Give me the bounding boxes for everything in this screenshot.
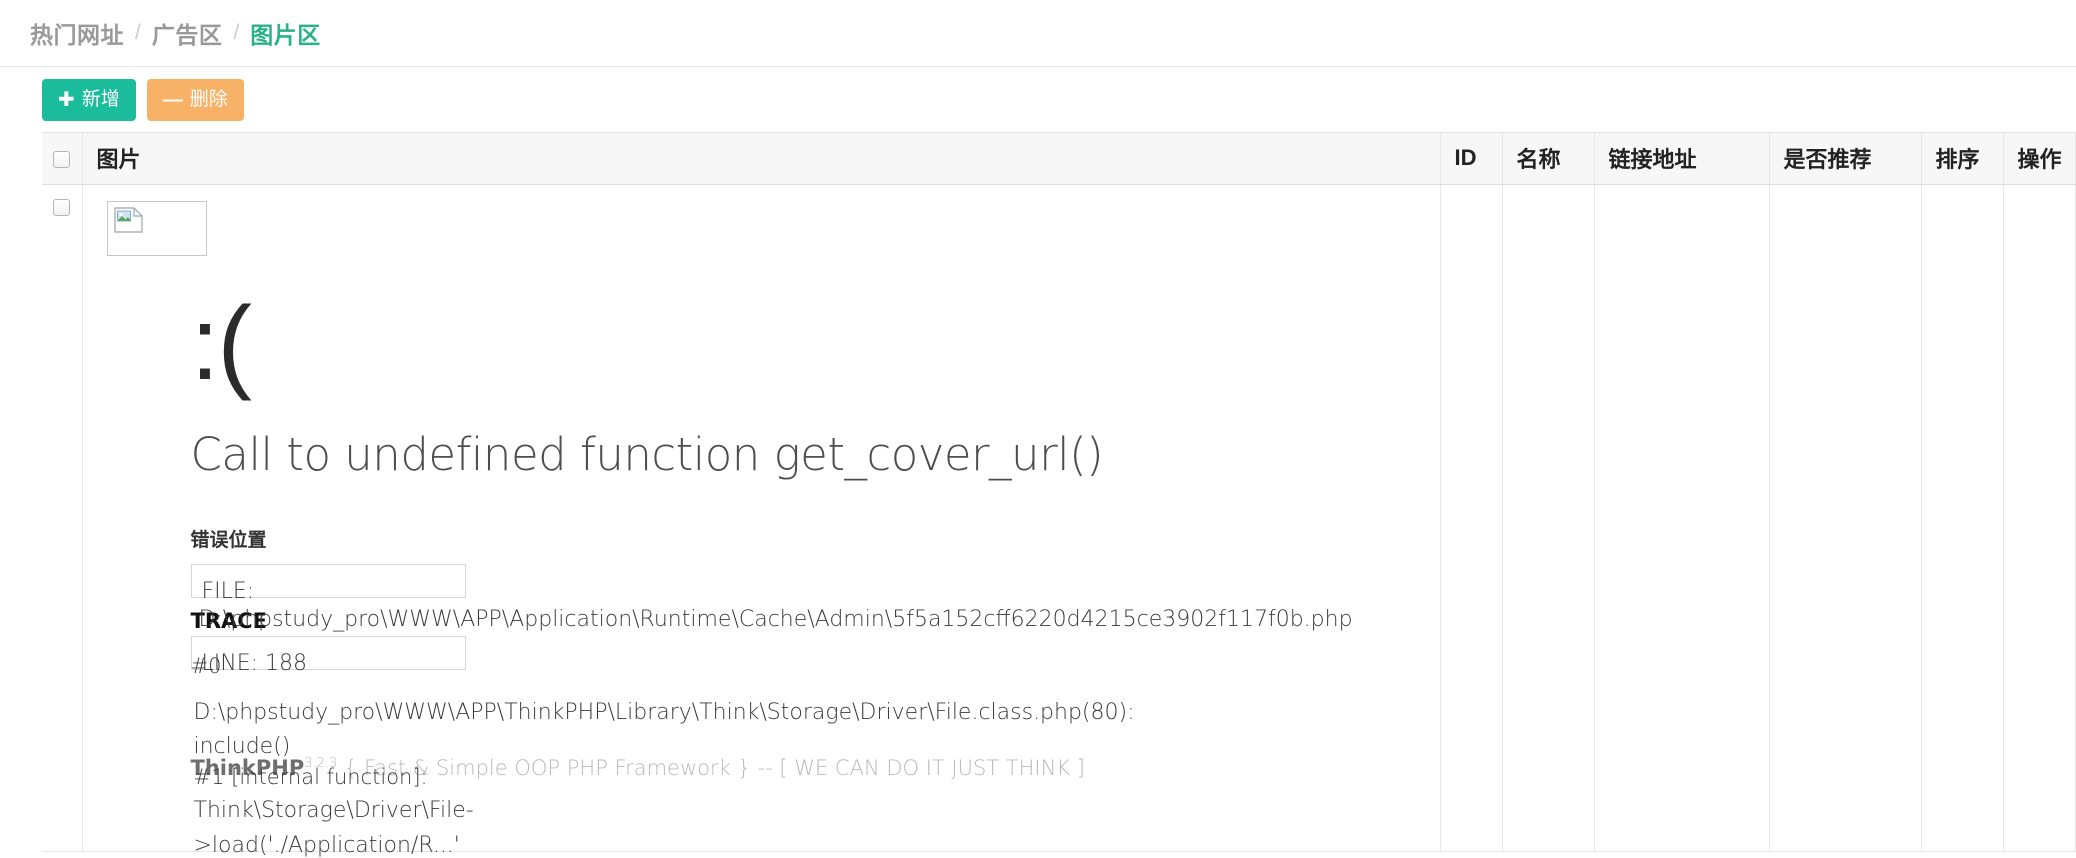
cell-actions [2003, 184, 2076, 852]
table-header-row: 图片 ID 名称 链接地址 是否推荐 排序 操作 [42, 133, 2076, 185]
trace-entry-0-text: D:\phpstudy_pro\WWW\APP\ThinkPHP\Library… [193, 699, 1135, 725]
minus-icon: — [162, 88, 183, 111]
toolbar: ✚ 新增 — 删除 搜索 [0, 67, 2076, 184]
delete-button-label: 删除 [189, 89, 228, 110]
breadcrumb-separator: / [233, 21, 240, 44]
breadcrumb-separator: / [135, 21, 141, 44]
error-title: Call to undefined function get_cover_url… [190, 427, 1104, 481]
plus-icon: ✚ [58, 88, 75, 111]
breadcrumb-item-ad-zone[interactable]: 广告区 [152, 16, 223, 50]
thinkphp-signature-row: ThinkPHP3.2.3 { Fast & Simple OOP PHP Fr… [191, 755, 1440, 789]
breadcrumb-item-image-zone[interactable]: 图片区 [250, 16, 321, 50]
trace-entry-0-row: D:\phpstudy_pro\WWW\APP\ThinkPHP\Library… [191, 700, 1440, 732]
error-location-heading: 错误位置 [190, 528, 267, 551]
column-header-image[interactable]: 图片 [82, 133, 1441, 185]
image-thumbnail[interactable] [106, 200, 207, 256]
cell-sort [1921, 184, 2004, 852]
row-checkbox[interactable] [53, 198, 71, 216]
cell-recommended [1769, 184, 1922, 852]
trace-entry-1-call: >load('./Application/R...' [193, 832, 460, 858]
add-button-label: 新增 [81, 89, 120, 110]
trace-entry-0-index-row: #0 [191, 654, 1440, 700]
trace-entry-1-call-row: >load('./Application/R...' [191, 821, 1440, 858]
column-header-link[interactable]: 链接地址 [1594, 133, 1770, 185]
column-header-sort[interactable]: 排序 [1921, 133, 2004, 185]
delete-button[interactable]: — 删除 [146, 78, 244, 121]
error-file-path-row: TRACE D:\phpstudy_pro\WWW\APP\Applicatio… [191, 598, 1440, 634]
column-header-id[interactable]: ID [1440, 133, 1503, 185]
error-file-box: FILE: [190, 563, 466, 604]
sad-face-icon: :( [190, 285, 253, 402]
cell-image: :( Call to undefined function get_cover_… [82, 184, 1441, 858]
table-body: :( Call to undefined function get_cover_… [42, 184, 2076, 858]
cell-id [1440, 184, 1503, 852]
cell-name [1502, 184, 1595, 852]
table-header: 图片 ID 名称 链接地址 是否推荐 排序 操作 [42, 133, 2076, 185]
data-table: 图片 ID 名称 链接地址 是否推荐 排序 操作:(Call to unde… [42, 133, 2076, 858]
thinkphp-tagline: { Fast & Simple OOP PHP Framework } -- [… [344, 755, 1085, 780]
column-header-actions[interactable]: 操作 [2003, 133, 2076, 185]
row-select-cell [42, 184, 83, 852]
column-header-recommended[interactable]: 是否推荐 [1769, 133, 1922, 185]
php-error-page: :( Call to undefined function get_cover_… [190, 285, 1440, 858]
trace-entry-0-call-row: include() [191, 732, 1440, 759]
data-table-container: 图片 ID 名称 链接地址 是否推荐 排序 操作:(Call to unde… [42, 132, 2076, 858]
error-file-path: D:\phpstudy_pro\WWW\APP\Application\Runt… [198, 606, 1353, 632]
breadcrumb-item-hot-sites[interactable]: 热门网址 [30, 16, 124, 50]
breadcrumb: 热门网址 / 广告区 / 图片区 [0, 0, 2076, 67]
select-all-header [42, 133, 83, 185]
add-button[interactable]: ✚ 新增 [42, 78, 136, 121]
select-all-checkbox[interactable] [53, 150, 71, 168]
trace-entry-1-row: Think\Storage\Driver\File- [191, 788, 1440, 823]
column-header-name[interactable]: 名称 [1502, 133, 1595, 185]
trace-entry-1-index: #1 [internal function]: [193, 764, 428, 789]
broken-image-icon [113, 206, 143, 233]
error-line-box: LINE: 188 [190, 635, 466, 676]
trace-entry-0-index: #0 [190, 653, 222, 678]
table-row: :( Call to undefined function get_cover_… [42, 184, 2076, 858]
trace-entry-1-text: Think\Storage\Driver\File- [193, 797, 474, 823]
cell-link [1594, 184, 1770, 852]
